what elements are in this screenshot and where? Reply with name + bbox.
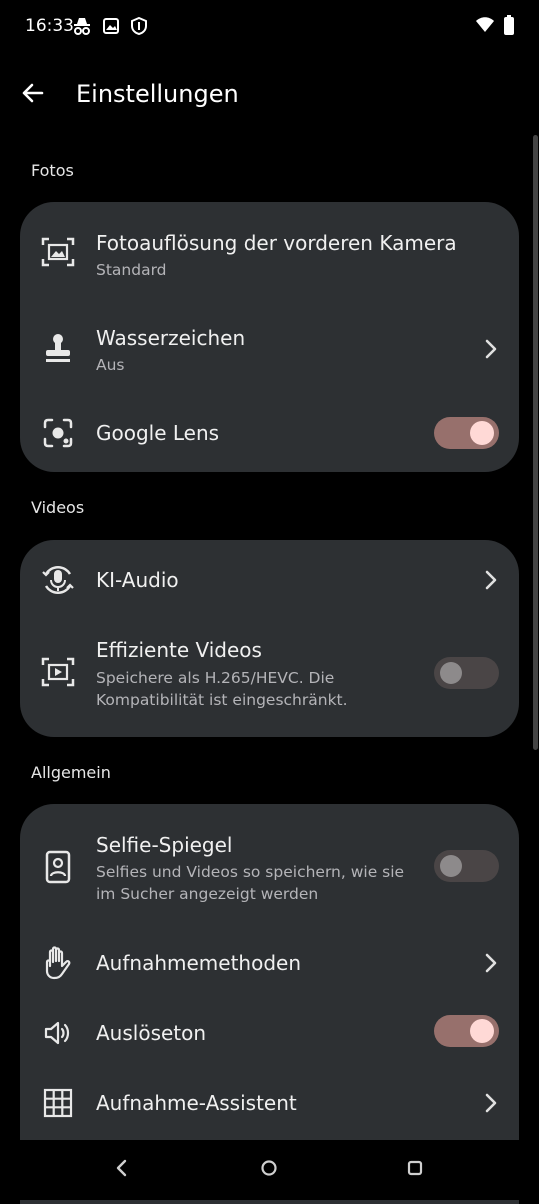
setting-title: Auslöseton — [96, 1021, 207, 1045]
setting-subtitle: Standard — [96, 261, 167, 279]
efficient-videos-toggle[interactable] — [434, 657, 499, 689]
arrow-left-icon — [20, 80, 46, 110]
battery-icon — [503, 15, 515, 39]
toggle-knob — [440, 662, 462, 684]
selfie-mirror-toggle[interactable] — [434, 850, 499, 882]
setting-title: Effiziente Videos — [96, 638, 262, 662]
app-bar: Einstellungen — [0, 62, 539, 130]
setting-title: KI-Audio — [96, 568, 179, 592]
card-videos: KI-Audio Effiziente Videos Speichere als… — [20, 540, 519, 737]
setting-title: Aufnahme-Assistent — [96, 1091, 297, 1115]
setting-title: Aufnahmemethoden — [96, 951, 302, 975]
setting-selfie-mirror[interactable]: Selfie-Spiegel Selfies und Videos so spe… — [20, 804, 519, 929]
setting-watermark[interactable]: Wasserzeichen Aus — [20, 302, 519, 397]
incognito-icon — [72, 16, 92, 40]
setting-shutter-sound[interactable]: Auslöseton — [20, 999, 519, 1069]
section-header-allgemein: Allgemein — [31, 763, 111, 782]
setting-title: Selfie-Spiegel — [96, 833, 233, 857]
google-lens-toggle[interactable] — [434, 417, 499, 449]
setting-title: Fotoauflösung der vorderen Kamera — [96, 231, 457, 255]
video-icon — [40, 654, 76, 690]
setting-front-camera-resolution[interactable]: Fotoauflösung der vorderen Kamera Standa… — [20, 202, 519, 302]
setting-ai-audio[interactable]: KI-Audio — [20, 540, 519, 622]
shutter-sound-toggle[interactable] — [434, 1015, 499, 1047]
setting-efficient-videos[interactable]: Effiziente Videos Speichere als H.265/HE… — [20, 622, 519, 737]
wifi-icon — [475, 16, 495, 38]
nav-recents-button[interactable] — [403, 1158, 427, 1182]
toggle-knob — [440, 855, 462, 877]
selfie-portrait-icon — [40, 849, 76, 885]
setting-subtitle: Aus — [96, 356, 125, 374]
volume-icon — [40, 1015, 76, 1051]
section-header-fotos: Fotos — [31, 161, 74, 180]
chevron-right-icon — [481, 1093, 501, 1113]
status-bar: 16:33 — [0, 0, 539, 54]
section-header-videos: Videos — [31, 498, 85, 517]
toggle-knob — [470, 421, 494, 445]
setting-subtitle: Speichere als H.265/HEVC. Die Kompatibil… — [96, 669, 348, 709]
navigation-bar — [0, 1140, 539, 1200]
setting-capture-assistant[interactable]: Aufnahme-Assistent — [20, 1069, 519, 1139]
nav-recents-icon — [406, 1159, 424, 1181]
nav-home-button[interactable] — [257, 1158, 281, 1182]
status-time: 16:33 — [25, 16, 74, 36]
grid-icon — [40, 1085, 76, 1121]
setting-title: Google Lens — [96, 421, 220, 445]
back-button[interactable] — [16, 78, 50, 112]
setting-google-lens[interactable]: Google Lens — [20, 397, 519, 472]
scrollbar[interactable] — [533, 135, 538, 750]
toggle-knob — [470, 1019, 494, 1043]
hand-icon — [40, 945, 76, 981]
image-icon — [102, 17, 120, 39]
setting-subtitle: Selfies und Videos so speichern, wie sie… — [96, 863, 405, 903]
chevron-right-icon — [481, 953, 501, 973]
ai-audio-mic-icon — [40, 562, 76, 598]
page-title: Einstellungen — [76, 80, 239, 108]
lens-icon — [40, 415, 76, 451]
nav-back-icon — [115, 1159, 129, 1181]
chevron-right-icon — [481, 570, 501, 590]
setting-capture-methods[interactable]: Aufnahmemethoden — [20, 929, 519, 999]
card-fotos: Fotoauflösung der vorderen Kamera Standa… — [20, 202, 519, 472]
nav-home-icon — [260, 1159, 278, 1181]
chevron-right-icon — [481, 339, 501, 359]
status-icons-left — [72, 16, 148, 40]
status-icons-right — [475, 15, 515, 39]
shield-icon — [130, 16, 148, 39]
nav-back-button[interactable] — [110, 1158, 134, 1182]
photo-resolution-icon — [40, 234, 76, 270]
stamp-icon — [40, 330, 76, 366]
setting-title: Wasserzeichen — [96, 326, 246, 350]
